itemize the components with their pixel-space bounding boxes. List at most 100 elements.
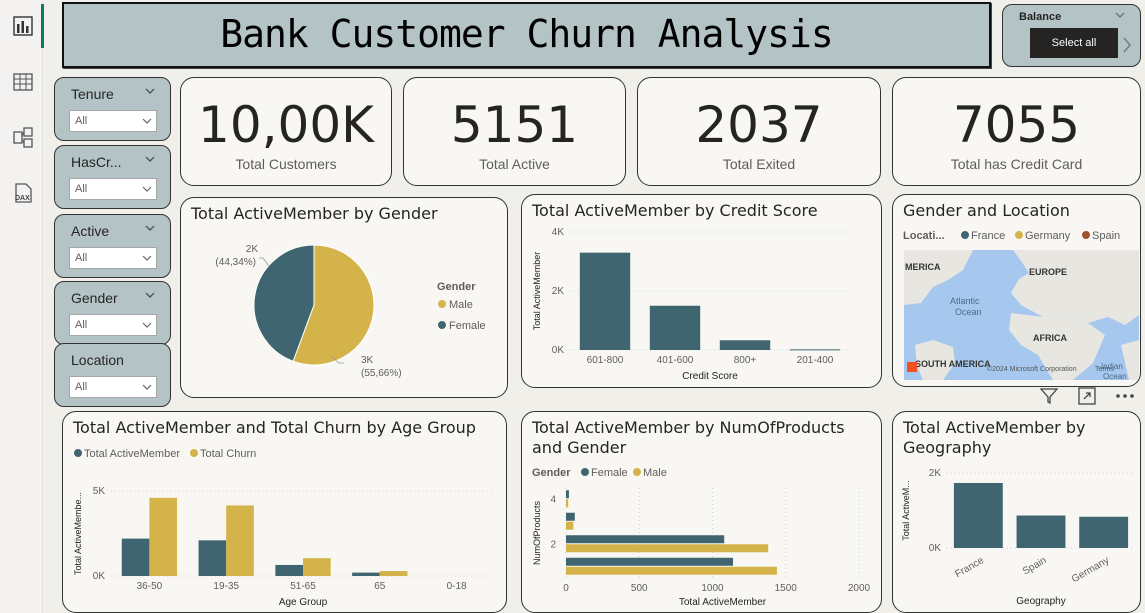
y-tick-label: 0K	[93, 571, 106, 582]
x-tick-label: France	[953, 555, 986, 580]
legend-item-female: Female	[449, 320, 486, 332]
credit-score-chart-card[interactable]: Total ActiveMember by Credit Score 0K 2K 4…	[521, 194, 882, 388]
more-options-icon[interactable]	[1113, 386, 1137, 406]
table-icon[interactable]	[12, 71, 34, 93]
map-legend-title: Locati...	[903, 230, 945, 242]
filter-icon[interactable]	[1039, 386, 1059, 406]
geography-chart-card[interactable]: Total ActiveMember by Geography 0K 2K Fran…	[892, 411, 1141, 613]
chevron-down-icon[interactable]	[145, 154, 155, 164]
bar-Spain	[1016, 515, 1066, 548]
tenure-slicer[interactable]: Tenure All	[54, 77, 171, 141]
chevron-down-icon[interactable]	[145, 86, 155, 96]
dropdown-value: All	[75, 381, 88, 393]
legend-item-female: Female	[591, 467, 628, 479]
chevron-down-icon	[142, 384, 152, 390]
chevron-down-icon[interactable]	[145, 290, 155, 300]
hascreditcard-dropdown[interactable]: All	[69, 178, 157, 200]
kpi-total-customers[interactable]: 10,00K Total Customers	[180, 77, 392, 186]
legend-item-churn: Total Churn	[200, 448, 256, 460]
chevron-down-icon[interactable]	[145, 223, 155, 233]
bar-2	[566, 535, 725, 544]
tenure-dropdown[interactable]: All	[69, 110, 157, 132]
bar-65	[379, 571, 408, 576]
y-axis-title: Total ActiveMembe...	[73, 492, 83, 575]
x-tick-label: 36-50	[137, 581, 163, 592]
bar-51-65	[303, 558, 331, 576]
products-chart-card[interactable]: Total ActiveMember by NumOfProducts and …	[521, 411, 882, 613]
location-slicer[interactable]: Location All	[54, 343, 171, 407]
bar-2	[566, 544, 769, 553]
legend-title: Gender	[437, 281, 476, 293]
male-data-label: 3K	[361, 355, 374, 366]
kpi-total-credit-card[interactable]: 7055 Total has Credit Card	[892, 77, 1141, 186]
chevron-down-icon	[142, 322, 152, 328]
x-tick-label: 0	[563, 583, 569, 594]
dax-icon[interactable]: DAX	[12, 182, 34, 204]
bar-Germany	[1079, 516, 1129, 548]
bar-4	[566, 490, 569, 499]
location-dropdown[interactable]: All	[69, 376, 157, 398]
report-title-box: Bank Customer Churn Analysis	[62, 2, 991, 68]
dax-icon-label: DAX	[15, 195, 30, 202]
map-card[interactable]: Gender and Location Locati... France Ger…	[892, 194, 1141, 387]
kpi-value: 10,00K	[198, 96, 374, 154]
hascreditcard-slicer[interactable]: HasCr... All	[54, 145, 171, 209]
report-icon[interactable]	[12, 15, 34, 37]
balance-slicer-label: Balance	[1019, 11, 1062, 23]
y-tick-label: 0K	[552, 345, 565, 356]
bar-1	[566, 566, 777, 575]
products-chart-svg: Gender Female Male 0 500 1000 1500 2000 4 2 Tot…	[532, 467, 871, 608]
y-tick-label: 5K	[93, 486, 106, 497]
kpi-total-exited[interactable]: 2037 Total Exited	[637, 77, 881, 186]
legend-item-active: Total ActiveMember	[84, 448, 180, 460]
chevron-down-icon[interactable]	[1115, 10, 1125, 20]
active-dropdown[interactable]: All	[69, 247, 157, 269]
y-tick-label: 4	[550, 494, 556, 505]
x-axis-title: Geography	[1016, 596, 1065, 607]
x-tick-label: 19-35	[213, 581, 239, 592]
dropdown-value: All	[75, 115, 88, 127]
select-all-button[interactable]: Select all	[1030, 28, 1118, 58]
map-label-europe: EUROPE	[1029, 267, 1067, 277]
kpi-caption: Total Active	[479, 156, 550, 172]
legend-item-male: Male	[449, 299, 473, 311]
y-tick-label: 2K	[552, 286, 565, 297]
kpi-total-active[interactable]: 5151 Total Active	[403, 77, 626, 186]
legend-marker-female	[581, 468, 589, 476]
legend-item-germany: Germany	[1025, 230, 1071, 242]
x-axis-title: Age Group	[279, 597, 328, 608]
dropdown-value: All	[75, 183, 88, 195]
report-title: Bank Customer Churn Analysis	[220, 12, 834, 56]
legend-item-france: France	[971, 230, 1005, 242]
x-axis-title: Total ActiveMember	[679, 597, 767, 608]
map-terms-link: Terms	[1095, 366, 1115, 373]
dropdown-value: All	[75, 252, 88, 264]
model-icon[interactable]	[12, 126, 34, 148]
female-data-label-pct: (44,34%)	[215, 257, 256, 268]
gender-dropdown[interactable]: All	[69, 314, 157, 336]
active-slicer[interactable]: Active All	[54, 214, 171, 278]
bar-201-400	[789, 349, 841, 351]
microsoft-logo	[907, 362, 917, 372]
kpi-value: 5151	[450, 96, 579, 154]
x-tick-label: 2000	[848, 583, 871, 594]
gender-slicer[interactable]: Gender All	[54, 281, 171, 345]
y-tick-label: 2K	[929, 468, 942, 479]
bar-800+	[719, 340, 771, 350]
legend-marker-female	[438, 321, 446, 329]
balance-slicer[interactable]: Balance Select all	[1002, 4, 1141, 67]
age-group-chart-card[interactable]: Total ActiveMember and Total Churn by Ag…	[62, 411, 507, 613]
pie-chart-card[interactable]: Total ActiveMember by Gender 2K (44,34%)…	[180, 197, 508, 398]
pie-leader-line	[259, 257, 270, 267]
pie-chart-svg: 2K (44,34%) 3K (55,66%) Gender Male Fema…	[215, 244, 486, 379]
chevron-right-icon[interactable]	[1122, 37, 1132, 53]
x-tick-label: 201-400	[797, 355, 834, 366]
legend-marker-spain	[1082, 231, 1090, 239]
x-axis-title: Credit Score	[682, 371, 738, 382]
kpi-caption: Total Customers	[235, 156, 337, 172]
chevron-down-icon	[142, 118, 152, 124]
map-label-america: MERICA	[905, 262, 941, 272]
map-label-ocean: Ocean	[955, 307, 982, 317]
focus-mode-icon[interactable]	[1077, 386, 1097, 406]
legend-marker-churn	[190, 449, 198, 457]
